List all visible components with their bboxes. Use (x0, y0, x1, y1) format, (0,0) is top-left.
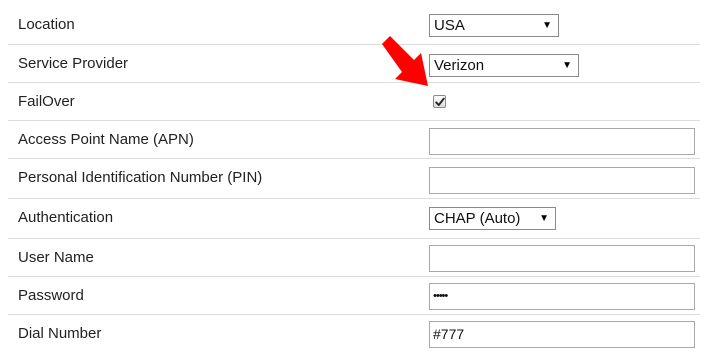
caret-down-icon: ▼ (539, 213, 549, 224)
password-row: Password ••••• (8, 276, 700, 314)
dial-number-label: Dial Number (18, 325, 102, 342)
red-arrow-icon (382, 36, 428, 86)
dial-number-input-value: #777 (433, 326, 465, 342)
service-provider-select-value: Verizon (434, 57, 485, 74)
service-provider-select[interactable]: Verizon ▼ (429, 54, 579, 77)
pin-label: Personal Identification Number (PIN) (18, 169, 263, 186)
service-provider-label: Service Provider (18, 55, 129, 72)
authentication-select[interactable]: CHAP (Auto) ▼ (429, 207, 556, 230)
user-name-label: User Name (18, 249, 94, 266)
failover-row: FailOver (8, 82, 700, 120)
dial-number-input[interactable]: #777 (429, 321, 695, 348)
location-label: Location (18, 16, 75, 33)
apn-row: Access Point Name (APN) (8, 120, 700, 158)
authentication-label: Authentication (18, 209, 114, 226)
pin-row: Personal Identification Number (PIN) (8, 158, 700, 196)
password-input-value: ••••• (433, 290, 448, 302)
caret-down-icon: ▼ (542, 20, 552, 31)
checkmark-icon (435, 97, 445, 106)
location-row: Location USA ▼ (8, 6, 700, 44)
apn-input[interactable] (429, 128, 695, 155)
location-select[interactable]: USA ▼ (429, 14, 559, 37)
authentication-row: Authentication CHAP (Auto) ▼ (8, 198, 700, 236)
caret-down-icon: ▼ (562, 60, 572, 71)
apn-label: Access Point Name (APN) (18, 131, 194, 148)
user-name-input[interactable] (429, 245, 695, 272)
password-input[interactable]: ••••• (429, 283, 695, 310)
user-name-row: User Name (8, 238, 700, 276)
authentication-select-value: CHAP (Auto) (434, 210, 521, 227)
failover-checkbox[interactable] (433, 95, 446, 108)
location-select-value: USA (434, 17, 465, 34)
password-label: Password (18, 287, 84, 304)
dial-number-row: Dial Number #777 (8, 314, 700, 352)
failover-label: FailOver (18, 93, 75, 110)
pin-input[interactable] (429, 167, 695, 194)
service-provider-row: Service Provider Verizon ▼ (8, 44, 700, 82)
